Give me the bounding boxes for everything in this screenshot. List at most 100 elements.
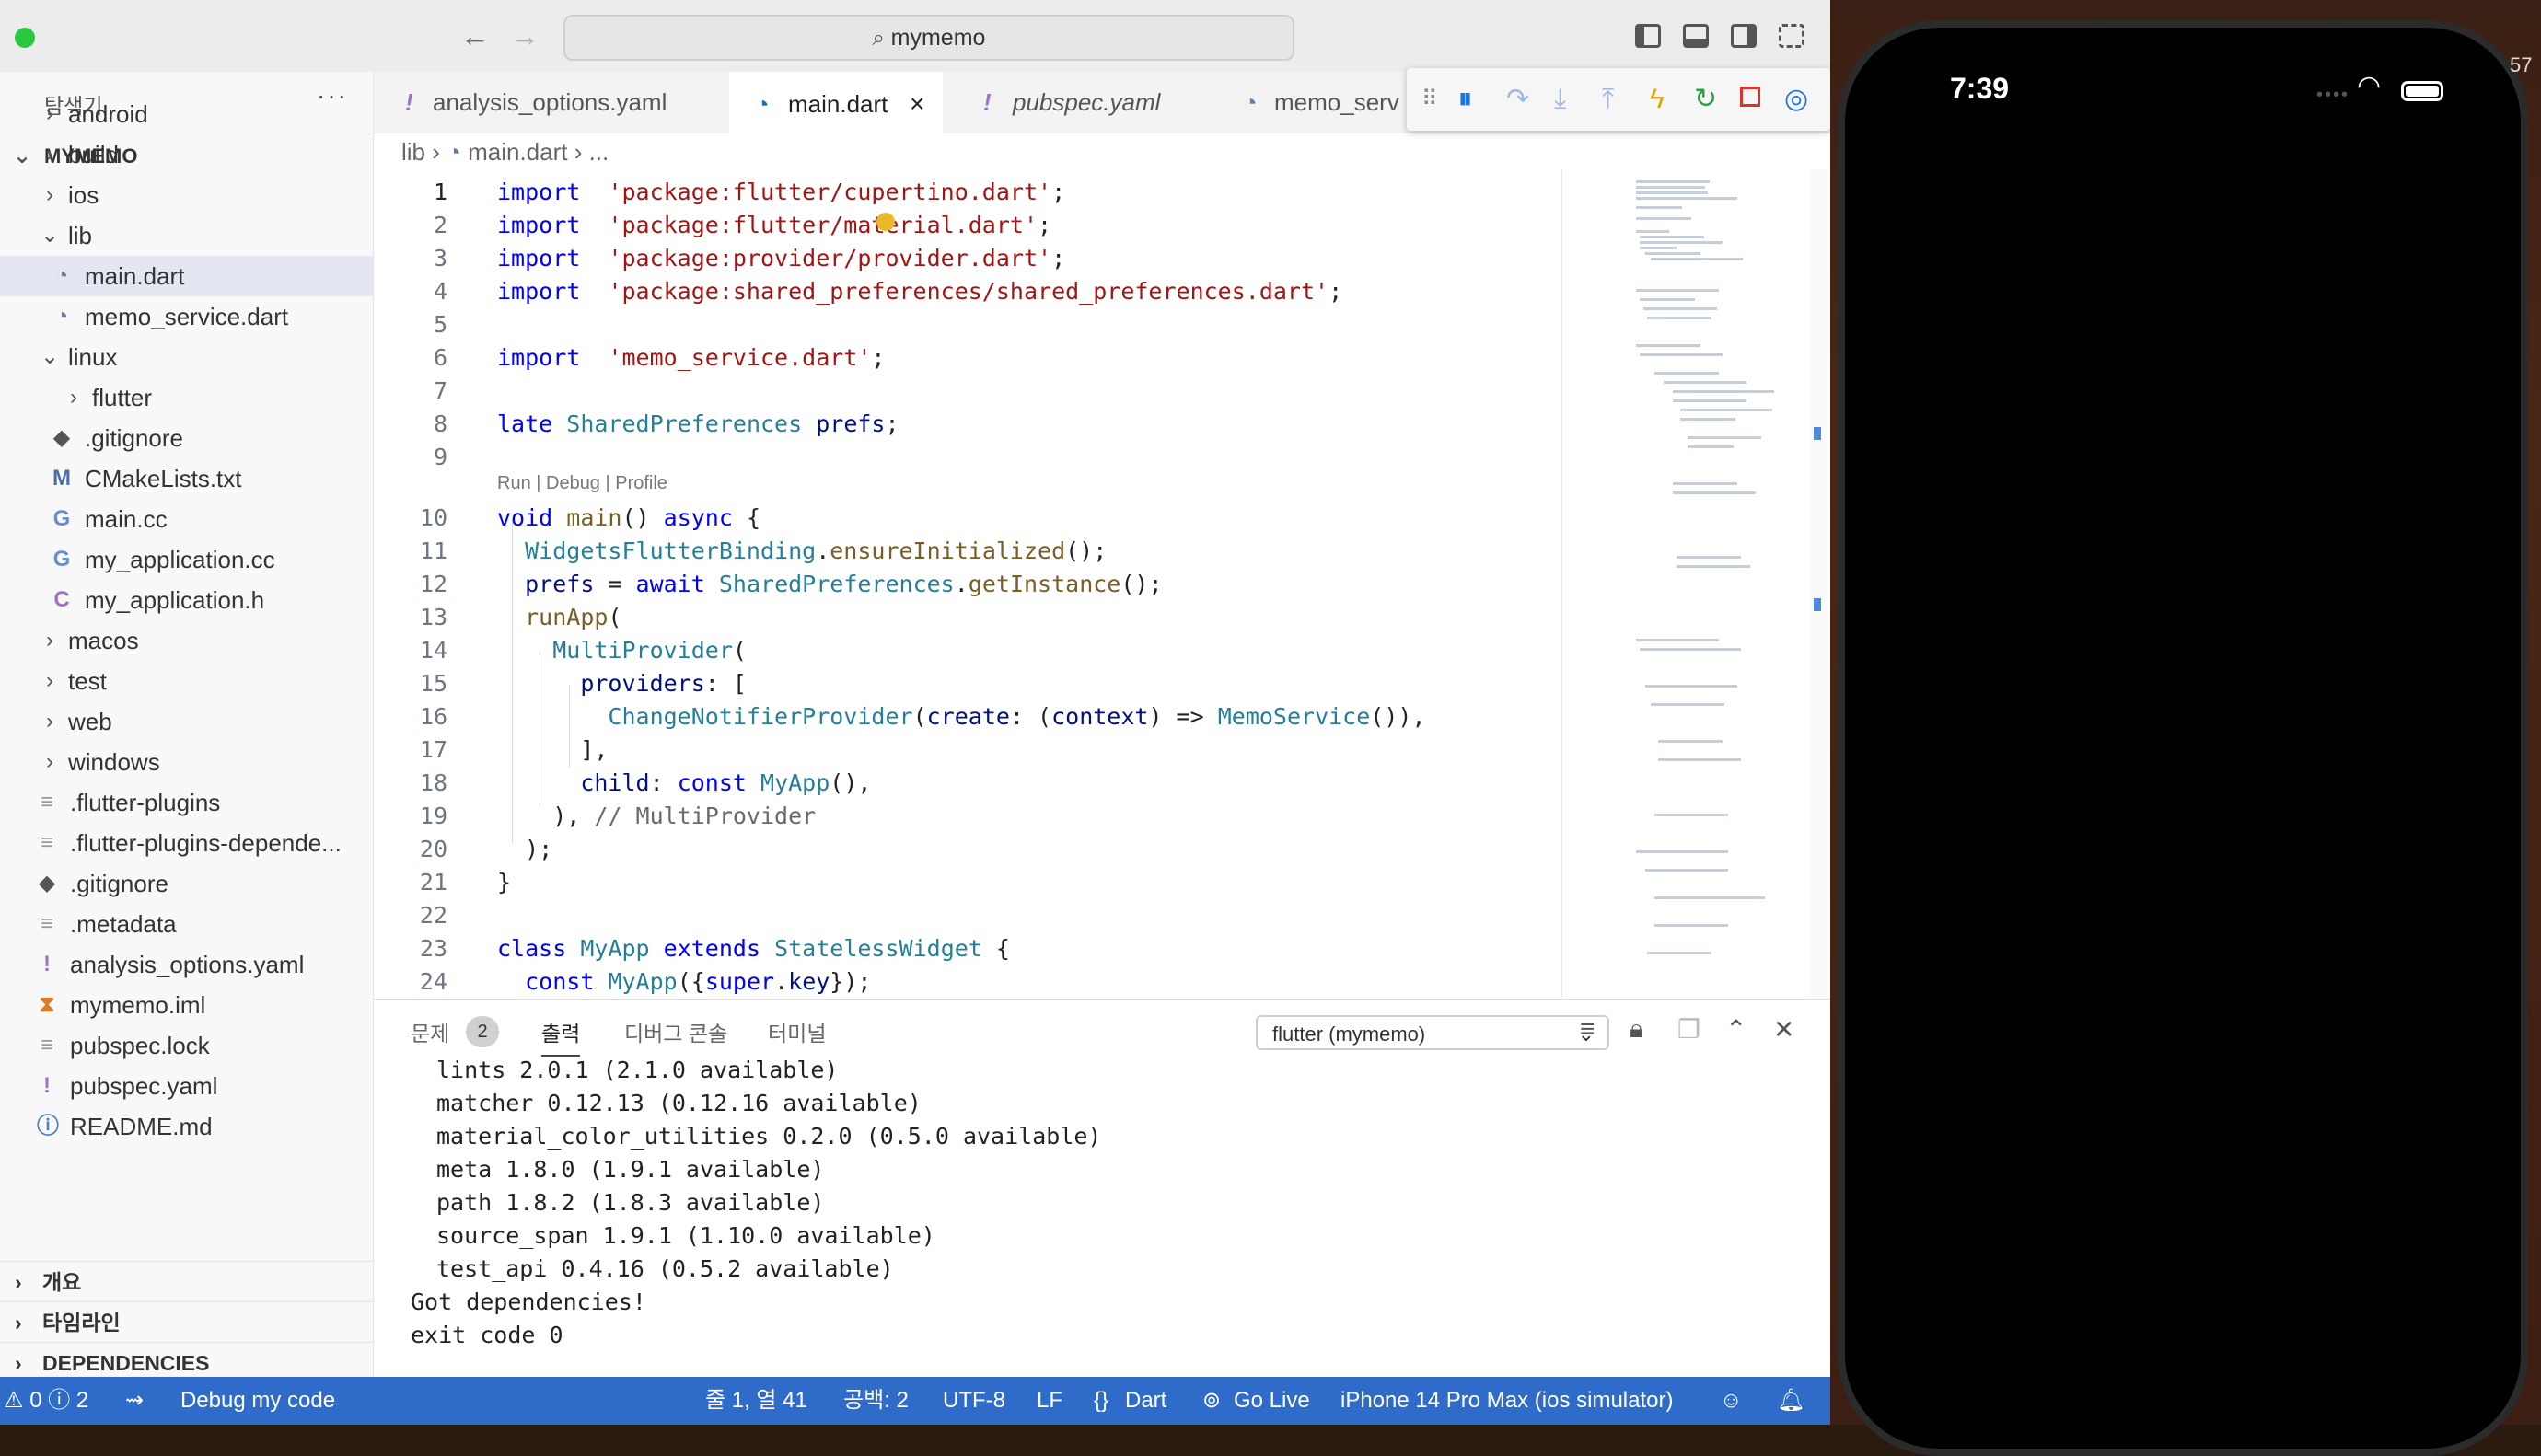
battery-icon <box>2401 81 2443 101</box>
cpp-file-icon: G <box>52 547 71 572</box>
tab-analysis-options[interactable]: ! analysis_options.yaml <box>374 72 727 133</box>
tree-item[interactable]: ⓘ README.md <box>0 1106 373 1147</box>
tree-item[interactable]: › web <box>0 701 373 742</box>
tree-item[interactable]: Cmy_application.h <box>0 580 373 620</box>
debug-icon[interactable]: ⇝ <box>125 1377 144 1425</box>
tree-item[interactable]: ⌄ linux <box>0 337 373 377</box>
tab-terminal[interactable]: 터미널 <box>768 1016 826 1047</box>
line-number: 20 <box>419 836 447 862</box>
output-channel-select[interactable]: flutter (mymemo) ⌄ <box>1256 1015 1609 1050</box>
open-in-editor-icon[interactable]: ❐ <box>1677 1014 1700 1045</box>
code-token: create <box>926 703 1010 730</box>
tab-pubspec[interactable]: ! pubspec.yaml <box>945 72 1221 133</box>
back-arrow-icon[interactable]: ← <box>460 17 490 55</box>
tree-item[interactable]: Gmy_application.cc <box>0 539 373 580</box>
yaml-file-icon: ! <box>43 1073 51 1098</box>
code-token: WidgetsFlutterBinding <box>525 537 817 564</box>
stop-icon[interactable] <box>1740 87 1760 107</box>
code-token: const <box>525 968 595 995</box>
toggle-panel-icon[interactable] <box>1683 24 1709 48</box>
tab-main-dart[interactable]: ◔ main.dart × <box>729 72 943 134</box>
end-of-line[interactable]: LF <box>1037 1377 1062 1425</box>
tree-item[interactable]: › test <box>0 661 373 701</box>
scroll-marker <box>1814 598 1821 611</box>
feedback-icon[interactable]: ☺ <box>1720 1377 1743 1425</box>
lock-icon[interactable]: 🔒︎ <box>1630 1014 1643 1045</box>
tree-item[interactable]: ◆ .gitignore <box>0 418 373 458</box>
tab-output[interactable]: 출력 <box>541 1016 581 1057</box>
close-icon[interactable]: × <box>910 74 924 134</box>
window-control-dot[interactable] <box>15 28 35 48</box>
tree-item[interactable]: › macos <box>0 620 373 661</box>
customize-layout-icon[interactable] <box>1779 24 1804 48</box>
code-token: . <box>774 968 789 995</box>
editor-scrollbar[interactable] <box>1810 169 1828 998</box>
breadcrumb-folder[interactable]: lib <box>401 138 425 166</box>
debug-config-label[interactable]: Debug my code <box>180 1377 335 1425</box>
tab-problems[interactable]: 문제 <box>411 1016 449 1047</box>
device-selector[interactable]: iPhone 14 Pro Max (ios simulator) <box>1340 1377 1673 1425</box>
toggle-sidebar-icon[interactable] <box>1635 24 1661 48</box>
tree-item[interactable]: M CMakeLists.txt <box>0 458 373 499</box>
devtools-icon[interactable]: ◎ <box>1784 83 1808 116</box>
step-over-icon[interactable]: ↷ <box>1506 83 1529 116</box>
toggle-secondary-sidebar-icon[interactable] <box>1731 24 1757 48</box>
problems-status[interactable]: ⚠ 0 ⓘ 2 <box>4 1377 88 1425</box>
indentation[interactable]: 공백: 2 <box>843 1377 909 1425</box>
language-mode[interactable]: Dart <box>1125 1377 1166 1425</box>
tree-item[interactable]: ! analysis_options.yaml <box>0 944 373 985</box>
tree-item[interactable]: ≡ .metadata <box>0 904 373 944</box>
tree-item[interactable]: ≡ .flutter-plugins-depende... <box>0 823 373 863</box>
drag-handle-icon[interactable]: ⠿ <box>1421 83 1438 116</box>
tree-item[interactable]: › windows <box>0 742 373 782</box>
section-timeline[interactable]: › 타임라인 <box>0 1301 373 1343</box>
pause-icon[interactable]: ⏸ <box>1458 83 1472 116</box>
tree-item[interactable]: ≡ pubspec.lock <box>0 1025 373 1066</box>
clear-output-icon[interactable]: ≡ <box>1580 1014 1595 1044</box>
tree-item[interactable]: › flutter <box>0 377 373 418</box>
forward-arrow-icon[interactable]: → <box>510 17 540 55</box>
tree-item[interactable]: ⌄ lib <box>0 215 373 256</box>
step-out-icon[interactable]: ⤒ <box>1602 83 1614 116</box>
go-live-button[interactable]: Go Live <box>1234 1377 1310 1425</box>
minimap[interactable] <box>1561 169 1811 998</box>
code-token: ()), <box>1370 703 1426 730</box>
code-token: import <box>497 245 581 272</box>
hot-reload-icon[interactable]: ϟ <box>1650 83 1665 116</box>
breadcrumb-rest[interactable]: ... <box>589 138 609 166</box>
tree-item[interactable]: ! pubspec.yaml <box>0 1066 373 1106</box>
tree-item[interactable]: ≡ .flutter-plugins <box>0 782 373 823</box>
restart-icon[interactable]: ↻ <box>1694 83 1717 116</box>
lightbulb-icon[interactable] <box>876 213 895 231</box>
section-outline[interactable]: › 개요 <box>0 1261 373 1302</box>
code-line: void main() async { <box>497 504 760 531</box>
codelens[interactable]: Run | Debug | Profile <box>497 473 667 494</box>
code-editor[interactable]: 1 import 'package:flutter/cupertino.dart'… <box>374 169 1561 998</box>
breadcrumb-file[interactable]: main.dart <box>468 138 567 166</box>
cursor-position[interactable]: 줄 1, 열 41 <box>705 1377 807 1425</box>
tree-item[interactable]: › build <box>0 134 373 175</box>
debug-toolbar: ⠿ ⏸ ↷ ⤓ ⤒ ϟ ↻ ◎ <box>1407 68 1830 131</box>
step-into-icon[interactable]: ⤓ <box>1554 83 1566 116</box>
tree-item[interactable]: › ios <box>0 175 373 215</box>
tree-item[interactable]: ⧗ mymemo.iml <box>0 985 373 1025</box>
iphone-simulator[interactable] <box>1838 20 2528 1456</box>
tree-item[interactable]: ◆ .gitignore <box>0 863 373 904</box>
tree-item[interactable]: ◔ main.dart <box>0 256 373 296</box>
maximize-panel-icon[interactable]: ⌃ <box>1725 1014 1746 1045</box>
tree-item-label: test <box>68 667 107 695</box>
code-line: import 'package:shared_preferences/share… <box>497 278 1342 305</box>
line-number: 5 <box>433 311 447 338</box>
code-token: ChangeNotifierProvider <box>608 703 913 730</box>
tree-item[interactable]: › android <box>0 94 373 134</box>
close-panel-icon[interactable]: ✕ <box>1773 1014 1794 1045</box>
edge-clock: 57 <box>2510 53 2533 76</box>
encoding[interactable]: UTF-8 <box>943 1377 1005 1425</box>
tree-item[interactable]: Gmain.cc <box>0 499 373 539</box>
notification-bell-icon[interactable]: 🔔︎ <box>1777 1377 1804 1425</box>
command-center-search[interactable]: ⌕ mymemo <box>563 15 1294 61</box>
code-line: WidgetsFlutterBinding.ensureInitialized(… <box>497 537 1107 564</box>
tab-debug-console[interactable]: 디버그 콘솔 <box>624 1016 727 1047</box>
tree-item[interactable]: ◔ memo_service.dart <box>0 296 373 337</box>
